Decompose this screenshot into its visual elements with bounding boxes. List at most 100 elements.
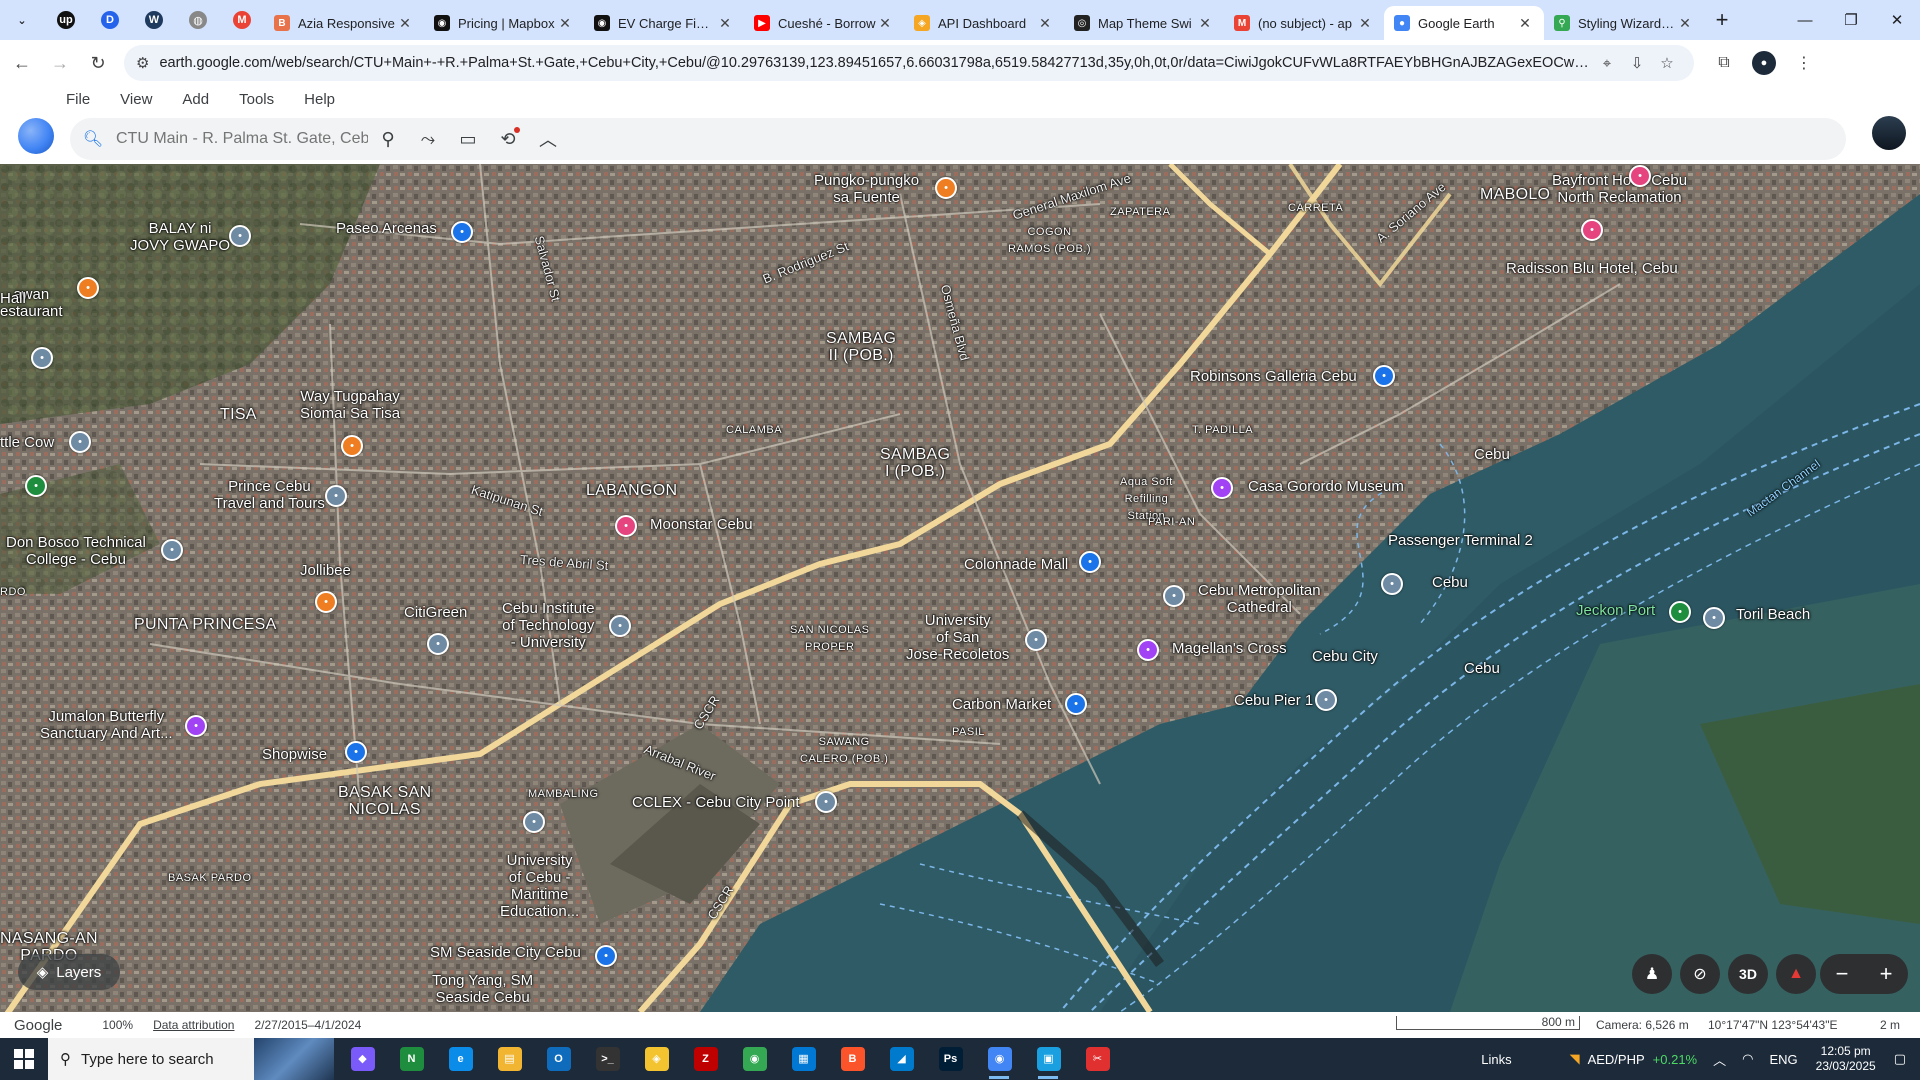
map-label[interactable]: University of Cebu - Maritime Education.… xyxy=(500,852,579,920)
pin-hotel-icon[interactable]: • xyxy=(1629,165,1651,187)
tab-close-icon[interactable]: ✕ xyxy=(1516,15,1534,32)
notepad-icon[interactable]: N xyxy=(387,1038,436,1080)
chrome-icon[interactable]: ◉ xyxy=(730,1038,779,1080)
map-label[interactable]: T. PADILLA xyxy=(1192,422,1253,439)
pin-shopping-icon[interactable]: • xyxy=(1065,693,1087,715)
map-label[interactable]: SAMBAG II (POB.) xyxy=(826,330,896,364)
history-icon[interactable]: ⟲ xyxy=(488,119,528,159)
map-label[interactable]: Radisson Blu Hotel, Cebu xyxy=(1506,260,1678,277)
pin-landmark-icon[interactable]: • xyxy=(1137,639,1159,661)
upwork-icon[interactable]: up xyxy=(44,0,88,40)
map-label[interactable]: SAWANG CALERO (POB.) xyxy=(800,734,888,768)
tab-close-icon[interactable]: ✕ xyxy=(1676,15,1694,32)
zoom-in-button[interactable]: + xyxy=(1864,954,1908,994)
restore-button[interactable]: ❐ xyxy=(1828,0,1874,40)
new-tab-button[interactable]: + xyxy=(1704,0,1740,40)
pin-port-icon[interactable]: • xyxy=(1669,601,1691,623)
map-label[interactable]: SAMBAG I (POB.) xyxy=(880,446,950,480)
pin-place-icon[interactable]: • xyxy=(1703,607,1725,629)
map-label[interactable]: TISA xyxy=(220,406,257,423)
location-blocked-icon[interactable]: ⌖ xyxy=(1592,55,1622,72)
view-3d-button[interactable]: 3D xyxy=(1728,954,1768,994)
pin-church-icon[interactable]: • xyxy=(1163,585,1185,607)
map-label[interactable]: BASAK PARDO xyxy=(168,870,252,887)
pin-school-icon[interactable]: • xyxy=(161,539,183,561)
map-label[interactable]: BALAY ni JOVY GWAPO xyxy=(130,220,230,254)
pin-place-icon[interactable]: • xyxy=(31,347,53,369)
satellite-map[interactable]: Pungko-pungko sa Fuente MABOLOBayfront Ho… xyxy=(0,164,1920,1012)
chrome-profile-icon[interactable]: ◉ xyxy=(975,1038,1024,1080)
pin-icon[interactable]: ⚲ xyxy=(368,119,408,159)
tilt-icon[interactable]: ⊘ xyxy=(1680,954,1720,994)
map-label[interactable]: ttle Cow xyxy=(0,434,54,451)
vscode-icon[interactable]: ◢ xyxy=(877,1038,926,1080)
tab-close-icon[interactable]: ✕ xyxy=(1356,15,1374,32)
filezilla-icon[interactable]: Z xyxy=(681,1038,730,1080)
zoom-out-button[interactable]: − xyxy=(1820,954,1864,994)
layers-button[interactable]: ◈ Layers xyxy=(18,954,120,990)
map-label[interactable]: SAN NICOLAS PROPER xyxy=(790,622,869,656)
browser-tab[interactable]: B Azia Responsive ✕ xyxy=(264,6,424,40)
map-label[interactable]: Cebu xyxy=(1432,574,1468,591)
map-label[interactable]: PASIL xyxy=(952,724,985,741)
install-app-icon[interactable]: ⇩ xyxy=(1622,54,1652,72)
tab-close-icon[interactable]: ✕ xyxy=(876,15,894,32)
site-info-icon[interactable]: ⚙ xyxy=(136,54,149,72)
pin-shopping-icon[interactable]: • xyxy=(451,221,473,243)
pin-place-icon[interactable]: • xyxy=(69,431,91,453)
map-label[interactable]: Prince Cebu Travel and Tours xyxy=(214,478,325,512)
wifi-icon[interactable]: ◠ xyxy=(1742,1051,1753,1067)
compass-icon[interactable]: ▲ xyxy=(1776,954,1816,994)
ticker-symbol[interactable]: AED/PHP xyxy=(1588,1052,1645,1067)
browser-tab[interactable]: ◈ API Dashboard ✕ xyxy=(904,6,1064,40)
file-explorer-icon[interactable]: ▤ xyxy=(485,1038,534,1080)
pin-park-icon[interactable]: • xyxy=(25,475,47,497)
language-indicator[interactable]: ENG xyxy=(1769,1052,1797,1067)
map-label[interactable]: Pungko-pungko sa Fuente xyxy=(814,172,919,206)
pin-place-icon[interactable]: • xyxy=(815,791,837,813)
map-label[interactable]: CARRETA xyxy=(1288,200,1343,217)
browser-tab[interactable]: M (no subject) - ap ✕ xyxy=(1224,6,1384,40)
pin-hotel-icon[interactable]: • xyxy=(615,515,637,537)
tab-close-icon[interactable]: ✕ xyxy=(556,15,574,32)
pin-place-icon[interactable]: • xyxy=(427,633,449,655)
browser-tab[interactable]: ◎ Map Theme Swi ✕ xyxy=(1064,6,1224,40)
clock[interactable]: 12:05 pm 23/03/2025 xyxy=(1816,1044,1876,1074)
pin-shopping-icon[interactable]: • xyxy=(595,945,617,967)
map-label[interactable]: MAMBALING xyxy=(528,786,599,803)
map-label[interactable]: Robinsons Galleria Cebu xyxy=(1190,368,1357,385)
map-label[interactable]: Hall xyxy=(0,290,26,307)
git-icon[interactable]: ◈ xyxy=(632,1038,681,1080)
account-avatar[interactable] xyxy=(1872,116,1906,150)
map-label[interactable]: RDO xyxy=(0,584,26,601)
ruler-icon[interactable]: ▭ xyxy=(448,119,488,159)
tab-close-icon[interactable]: ✕ xyxy=(1036,15,1054,32)
map-label[interactable]: Cebu Pier 1 xyxy=(1234,692,1313,709)
map-label[interactable]: PARI-AN xyxy=(1148,514,1195,531)
pin-school-icon[interactable]: • xyxy=(609,615,631,637)
map-label[interactable]: CitiGreen xyxy=(404,604,467,621)
photoshop-icon[interactable]: Ps xyxy=(926,1038,975,1080)
data-attribution-link[interactable]: Data attribution xyxy=(153,1018,234,1032)
pin-restaurant-icon[interactable]: • xyxy=(315,591,337,613)
store-icon[interactable]: ▦ xyxy=(779,1038,828,1080)
pin-restaurant-icon[interactable]: • xyxy=(341,435,363,457)
start-button[interactable] xyxy=(0,1038,48,1080)
pin-hotel-icon[interactable]: • xyxy=(1581,219,1603,241)
map-label[interactable]: Colonnade Mall xyxy=(964,556,1068,573)
browser-menu-icon[interactable]: ⋮ xyxy=(1784,47,1824,79)
map-label[interactable]: Paseo Arcenas xyxy=(336,220,437,237)
minimize-button[interactable]: — xyxy=(1782,0,1828,40)
bookmark-star-icon[interactable]: ☆ xyxy=(1652,54,1682,72)
pin-museum-icon[interactable]: • xyxy=(1211,477,1233,499)
map-label[interactable]: Passenger Terminal 2 xyxy=(1388,532,1533,549)
extensions-icon[interactable]: ⧉ xyxy=(1704,47,1744,79)
browser-tab[interactable]: ◉ EV Charge Finder ✕ xyxy=(584,6,744,40)
reload-button[interactable]: ↻ xyxy=(82,47,114,79)
pin-restaurant-icon[interactable]: • xyxy=(935,177,957,199)
menu-add[interactable]: Add xyxy=(182,91,209,108)
map-label[interactable]: University of San Jose-Recoletos xyxy=(906,612,1009,663)
menu-tools[interactable]: Tools xyxy=(239,91,274,108)
map-label[interactable]: CCLEX - Cebu City Point xyxy=(632,794,800,811)
browser-tab[interactable]: ⚲ Styling Wizard: G ✕ xyxy=(1544,6,1704,40)
